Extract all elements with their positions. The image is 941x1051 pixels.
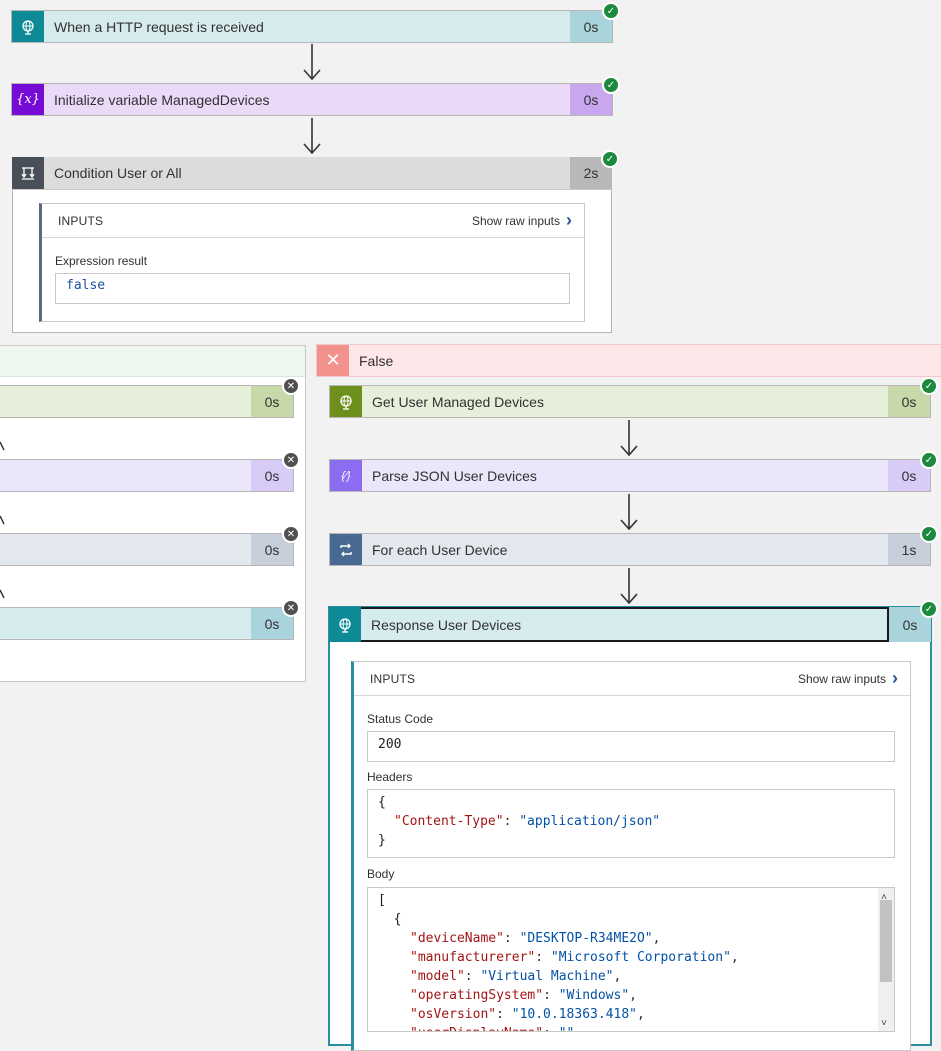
globe-icon bbox=[12, 11, 44, 42]
skipped-x-icon: ✕ bbox=[282, 377, 300, 395]
json-open-brace: { bbox=[378, 795, 386, 810]
step-title: Condition User or All bbox=[54, 165, 182, 181]
show-raw-inputs-link[interactable]: Show raw inputs bbox=[472, 214, 560, 228]
close-x-icon: ✕ bbox=[317, 345, 349, 376]
true-step-1[interactable]: 0s bbox=[0, 385, 294, 418]
step-title: When a HTTP request is received bbox=[54, 18, 264, 35]
body-json-line: "model": "Virtual Machine", bbox=[410, 969, 622, 984]
success-check-icon: ✓ bbox=[920, 600, 938, 618]
json-key: "userDisplayName" bbox=[410, 1026, 543, 1031]
scroll-down-icon[interactable]: ˅ bbox=[881, 1014, 887, 1031]
expression-result-value: false bbox=[55, 273, 570, 304]
body-value[interactable]: [ { "deviceName": "DESKTOP-R34ME2O", "manu… bbox=[367, 887, 895, 1032]
false-branch-label: False bbox=[359, 353, 394, 369]
json-value: "10.0.18363.418" bbox=[511, 1007, 637, 1022]
condition-icon bbox=[12, 157, 44, 189]
success-check-icon: ✓ bbox=[920, 451, 938, 469]
step-response-user-devices[interactable]: Response User Devices 0s bbox=[329, 607, 931, 642]
flow-arrow-icon bbox=[620, 494, 638, 530]
success-check-icon: ✓ bbox=[602, 2, 620, 20]
inputs-label: INPUTS bbox=[58, 213, 104, 228]
json-value: "Microsoft Corporation" bbox=[550, 950, 731, 965]
variable-icon: {x} bbox=[12, 84, 44, 115]
body-json-line: "userDisplayName": "", bbox=[378, 1024, 884, 1031]
condition-inputs-section: INPUTS Show raw inputs › Expression resu… bbox=[39, 203, 585, 322]
true-step-2[interactable]: 0s bbox=[0, 459, 294, 492]
show-raw-inputs-link[interactable]: Show raw inputs bbox=[798, 672, 886, 686]
success-check-icon: ✓ bbox=[920, 377, 938, 395]
body-scrollbar[interactable]: ˄ ˅ bbox=[878, 888, 894, 1031]
json-key: "operatingSystem" bbox=[410, 988, 544, 1003]
status-code-value: 200 bbox=[367, 731, 895, 762]
json-key: "model" bbox=[410, 969, 465, 984]
flow-arrow-stub-icon bbox=[0, 441, 5, 451]
json-value: "Windows" bbox=[558, 988, 630, 1003]
skipped-x-icon: ✕ bbox=[282, 525, 300, 543]
chevron-right-icon[interactable]: › bbox=[892, 668, 898, 689]
step-condition[interactable]: Condition User or All 2s bbox=[12, 157, 612, 190]
body-json-line: "manufacturerer": "Microsoft Corporation… bbox=[410, 950, 739, 965]
true-step-4[interactable]: 0s bbox=[0, 607, 294, 640]
flow-arrow-stub-icon bbox=[0, 589, 5, 599]
status-code-label: Status Code bbox=[367, 712, 434, 726]
response-card: Response User Devices 0s INPUTS Show raw… bbox=[328, 606, 932, 1051]
inputs-header: INPUTS Show raw inputs › bbox=[42, 204, 584, 238]
success-check-icon: ✓ bbox=[602, 76, 620, 94]
body-json-line: "osVersion": "10.0.18363.418", bbox=[410, 1007, 645, 1022]
chevron-right-icon[interactable]: › bbox=[566, 210, 572, 231]
step-title: Initialize variable ManagedDevices bbox=[54, 91, 270, 108]
flow-arrow-icon bbox=[303, 118, 321, 154]
condition-card: Condition User or All 2s INPUTS Show raw… bbox=[12, 157, 612, 333]
globe-icon bbox=[329, 607, 361, 642]
json-key: "osVersion" bbox=[410, 1007, 497, 1022]
false-branch-header: ✕ False bbox=[316, 344, 941, 377]
step-title: Get User Managed Devices bbox=[372, 393, 544, 410]
body-json-lines: [ { "deviceName": "DESKTOP-R34ME2O", "manu… bbox=[378, 891, 884, 1031]
flow-arrow-icon bbox=[620, 568, 638, 604]
body-label: Body bbox=[367, 867, 395, 881]
json-close-brace: } bbox=[378, 833, 386, 848]
response-inputs-section: INPUTS Show raw inputs › Status Code 200… bbox=[351, 661, 911, 1051]
success-check-icon: ✓ bbox=[920, 525, 938, 543]
headers-value: { "Content-Type": "application/json" } bbox=[367, 789, 895, 858]
step-title: Parse JSON User Devices bbox=[372, 467, 537, 484]
json-value: "" bbox=[559, 1026, 575, 1031]
step-for-each-user-device[interactable]: For each User Device 1s bbox=[329, 533, 931, 566]
flow-arrow-stub-icon bbox=[0, 515, 5, 525]
expression-result-label: Expression result bbox=[55, 254, 148, 268]
json-key: "manufacturerer" bbox=[410, 950, 536, 965]
step-initialize-variable[interactable]: {x} Initialize variable ManagedDevices 0… bbox=[11, 83, 613, 116]
flow-arrow-icon bbox=[620, 420, 638, 456]
success-check-icon: ✓ bbox=[601, 150, 619, 168]
step-title: Response User Devices bbox=[361, 607, 889, 642]
true-branch-header bbox=[0, 346, 305, 377]
step-title: For each User Device bbox=[372, 541, 508, 558]
body-json-line: "operatingSystem": "Windows", bbox=[410, 988, 637, 1003]
step-http-request[interactable]: When a HTTP request is received 0s bbox=[11, 10, 613, 43]
skipped-x-icon: ✕ bbox=[282, 451, 300, 469]
true-step-3[interactable]: 0s bbox=[0, 533, 294, 566]
json-key: "deviceName" bbox=[410, 931, 504, 946]
json-value: "DESKTOP-R34ME2O" bbox=[519, 931, 653, 946]
headers-label: Headers bbox=[367, 770, 413, 784]
body-json-line: "deviceName": "DESKTOP-R34ME2O", bbox=[410, 931, 661, 946]
parse-json-icon: {⁄} bbox=[330, 460, 362, 491]
inputs-label: INPUTS bbox=[370, 671, 416, 686]
loop-icon bbox=[330, 534, 362, 565]
step-get-user-managed-devices[interactable]: Get User Managed Devices 0s bbox=[329, 385, 931, 418]
skipped-x-icon: ✕ bbox=[282, 599, 300, 617]
body-json-line: [ bbox=[378, 893, 386, 908]
json-value: "Virtual Machine" bbox=[480, 969, 614, 984]
body-json-line: { bbox=[378, 912, 402, 927]
inputs-header: INPUTS Show raw inputs › bbox=[354, 662, 910, 696]
step-parse-json-user-devices[interactable]: {⁄} Parse JSON User Devices 0s bbox=[329, 459, 931, 492]
flow-arrow-icon bbox=[303, 44, 321, 80]
globe-icon bbox=[330, 386, 362, 417]
scroll-thumb[interactable] bbox=[880, 900, 892, 982]
